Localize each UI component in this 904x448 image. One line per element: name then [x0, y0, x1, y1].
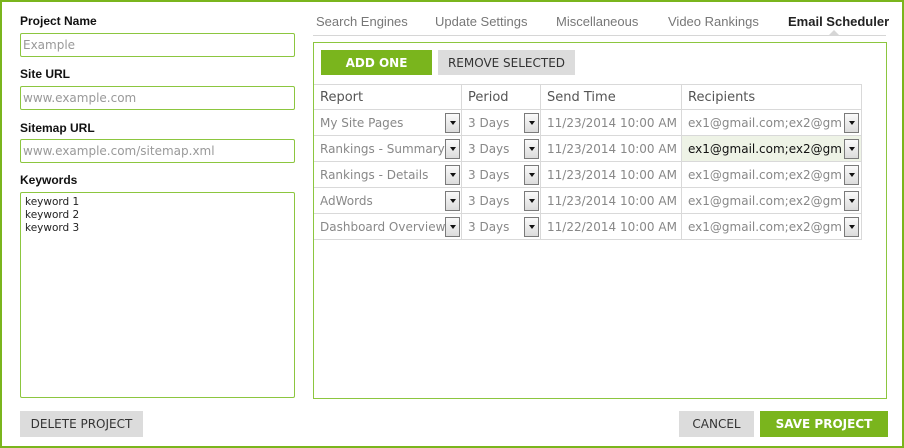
column-header-report[interactable]: Report	[314, 84, 462, 110]
recipients-dropdown-icon[interactable]	[844, 113, 859, 133]
send-time-cell[interactable]: 11/23/2014 10:00 AM	[541, 188, 682, 214]
send-time-cell[interactable]: 11/23/2014 10:00 AM	[541, 162, 682, 188]
send-time-cell[interactable]: 11/23/2014 10:00 AM	[541, 136, 682, 162]
recipients-cell[interactable]: ex1@gmail.com;ex2@gm	[682, 214, 862, 240]
site-url-input[interactable]	[20, 86, 295, 110]
report-cell[interactable]: Rankings - Details	[314, 162, 462, 188]
keyword-line: keyword 1	[25, 196, 80, 208]
save-project-button[interactable]: SAVE PROJECT	[760, 411, 888, 437]
active-tab-caret-icon	[829, 30, 839, 35]
site-url-label: Site URL	[20, 67, 71, 81]
keywords-label: Keywords	[20, 173, 78, 187]
keyword-line: keyword 3	[25, 222, 80, 234]
report-dropdown-icon[interactable]	[445, 139, 460, 159]
period-dropdown-icon[interactable]	[524, 139, 539, 159]
period-dropdown-icon[interactable]	[524, 113, 539, 133]
cancel-button[interactable]: CANCEL	[679, 411, 754, 437]
tab-miscellaneous[interactable]: Miscellaneous	[556, 14, 638, 29]
recipients-dropdown-icon[interactable]	[844, 217, 859, 237]
add-one-button[interactable]: ADD ONE	[321, 50, 432, 75]
project-name-input[interactable]	[20, 33, 295, 57]
column-header-period[interactable]: Period	[462, 84, 541, 110]
tab-update-settings[interactable]: Update Settings	[435, 14, 528, 29]
report-cell[interactable]: My Site Pages	[314, 110, 462, 136]
report-dropdown-icon[interactable]	[445, 217, 460, 237]
report-dropdown-icon[interactable]	[445, 165, 460, 185]
period-dropdown-icon[interactable]	[524, 217, 539, 237]
email-scheduler-panel: ADD ONE REMOVE SELECTED Report Period Se…	[313, 42, 887, 399]
project-name-label: Project Name	[20, 14, 97, 28]
tab-search-engines[interactable]: Search Engines	[316, 14, 408, 29]
table-row[interactable]: AdWords 3 Days 11/23/2014 10:00 AM ex1@g…	[314, 188, 862, 214]
recipients-cell[interactable]: ex1@gmail.com;ex2@gm	[682, 162, 862, 188]
report-cell[interactable]: Rankings - Summary	[314, 136, 462, 162]
keyword-line: keyword 2	[25, 209, 80, 221]
recipients-cell[interactable]: ex1@gmail.com;ex2@gm	[682, 110, 862, 136]
remove-selected-button[interactable]: REMOVE SELECTED	[438, 50, 575, 75]
tab-video-rankings[interactable]: Video Rankings	[668, 14, 759, 29]
period-dropdown-icon[interactable]	[524, 165, 539, 185]
send-time-cell[interactable]: 11/23/2014 10:00 AM	[541, 110, 682, 136]
period-dropdown-icon[interactable]	[524, 191, 539, 211]
report-cell[interactable]: Dashboard Overview	[314, 214, 462, 240]
tab-bar: Search Engines Update Settings Miscellan…	[313, 8, 889, 36]
delete-project-button[interactable]: DELETE PROJECT	[20, 411, 143, 437]
table-row[interactable]: Dashboard Overview 3 Days 11/22/2014 10:…	[314, 214, 862, 240]
recipients-dropdown-icon[interactable]	[844, 165, 859, 185]
recipients-dropdown-icon[interactable]	[844, 139, 859, 159]
recipients-cell[interactable]: ex1@gmail.com;ex2@gm	[682, 188, 862, 214]
sitemap-url-input[interactable]	[20, 139, 295, 163]
table-row[interactable]: Rankings - Details 3 Days 11/23/2014 10:…	[314, 162, 862, 188]
recipients-dropdown-icon[interactable]	[844, 191, 859, 211]
column-header-send-time[interactable]: Send Time	[541, 84, 682, 110]
report-dropdown-icon[interactable]	[445, 113, 460, 133]
table-row[interactable]: Rankings - Summary 3 Days 11/23/2014 10:…	[314, 136, 862, 162]
tab-email-scheduler[interactable]: Email Scheduler	[788, 14, 889, 29]
column-header-recipients[interactable]: Recipients	[682, 84, 862, 110]
keywords-textarea[interactable]: keyword 1 keyword 2 keyword 3	[20, 192, 295, 398]
report-dropdown-icon[interactable]	[445, 191, 460, 211]
report-cell[interactable]: AdWords	[314, 188, 462, 214]
recipients-cell[interactable]: ex1@gmail.com;ex2@gm	[682, 136, 862, 162]
table-header: Report Period Send Time Recipients	[314, 84, 862, 110]
sitemap-url-label: Sitemap URL	[20, 121, 95, 135]
send-time-cell[interactable]: 11/22/2014 10:00 AM	[541, 214, 682, 240]
table-row[interactable]: My Site Pages 3 Days 11/23/2014 10:00 AM…	[314, 110, 862, 136]
